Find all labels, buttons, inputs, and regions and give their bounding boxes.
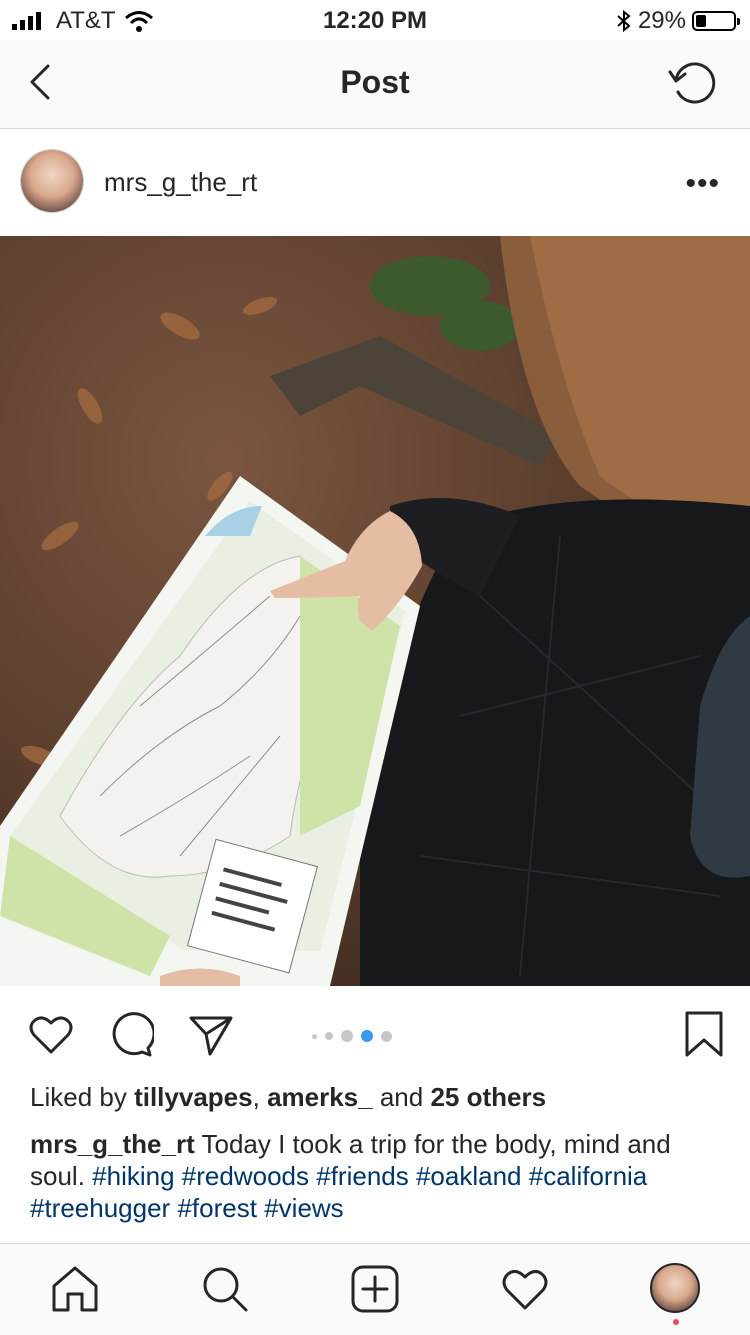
likes-prefix: Liked by: [30, 1082, 127, 1112]
likes-separator: ,: [252, 1082, 260, 1112]
home-icon[interactable]: [50, 1264, 100, 1314]
status-right-group: 29%: [616, 7, 740, 35]
carousel-dot: [381, 1030, 392, 1042]
heart-icon[interactable]: [28, 1012, 74, 1058]
status-bar: AT&T 12:20 PM 29%: [0, 0, 750, 40]
post-username[interactable]: mrs_g_the_rt: [104, 167, 257, 198]
caption-username[interactable]: mrs_g_the_rt: [30, 1129, 195, 1159]
carousel-dot: [312, 1033, 317, 1039]
post-actions: [0, 986, 750, 1082]
page-title: Post: [340, 64, 410, 100]
hashtag-link[interactable]: #views: [264, 1193, 343, 1223]
profile-icon[interactable]: [650, 1263, 700, 1313]
avatar[interactable]: [21, 150, 83, 212]
bottom-tab-bar: [0, 1243, 750, 1335]
carousel-dot: [341, 1030, 353, 1042]
more-icon[interactable]: •••: [685, 167, 720, 201]
comment-icon[interactable]: [108, 1012, 154, 1058]
post-caption: mrs_g_the_rt Today I took a trip for the…: [30, 1128, 720, 1224]
hashtag-link[interactable]: #oakland: [416, 1161, 522, 1191]
add-icon[interactable]: [350, 1264, 400, 1314]
liker-link[interactable]: amerks_: [267, 1082, 373, 1112]
refresh-icon[interactable]: [668, 58, 720, 110]
share-icon[interactable]: [188, 1012, 234, 1058]
carousel-dot: [325, 1032, 333, 1040]
hashtag-link[interactable]: #california: [529, 1161, 648, 1191]
likes-others-link[interactable]: 25 others: [430, 1082, 546, 1112]
hashtag-link[interactable]: #forest: [177, 1193, 257, 1223]
photo-illustration: [0, 236, 750, 986]
carousel-dot-active: [361, 1030, 373, 1042]
bluetooth-icon: [617, 9, 631, 33]
carousel-indicator: [312, 1030, 392, 1042]
likes-line: Liked by tillyvapes, amerks_ and 25 othe…: [30, 1082, 546, 1113]
navigation-bar: Post: [0, 40, 750, 129]
hashtag-link[interactable]: #redwoods: [182, 1161, 309, 1191]
search-icon[interactable]: [200, 1264, 250, 1314]
battery-percent: 29%: [637, 7, 686, 34]
post-photo[interactable]: [0, 236, 750, 986]
activity-icon[interactable]: [500, 1264, 550, 1314]
post-header: mrs_g_the_rt •••: [0, 129, 750, 235]
hashtag-link[interactable]: #friends: [316, 1161, 409, 1191]
likes-and: and: [379, 1082, 424, 1112]
liker-link[interactable]: tillyvapes: [134, 1082, 253, 1112]
hashtag-link[interactable]: #treehugger: [30, 1193, 170, 1223]
battery-icon: [692, 11, 740, 31]
bookmark-icon[interactable]: [682, 1010, 726, 1058]
hashtag-link[interactable]: #hiking: [92, 1161, 174, 1191]
notification-dot: [673, 1319, 679, 1325]
